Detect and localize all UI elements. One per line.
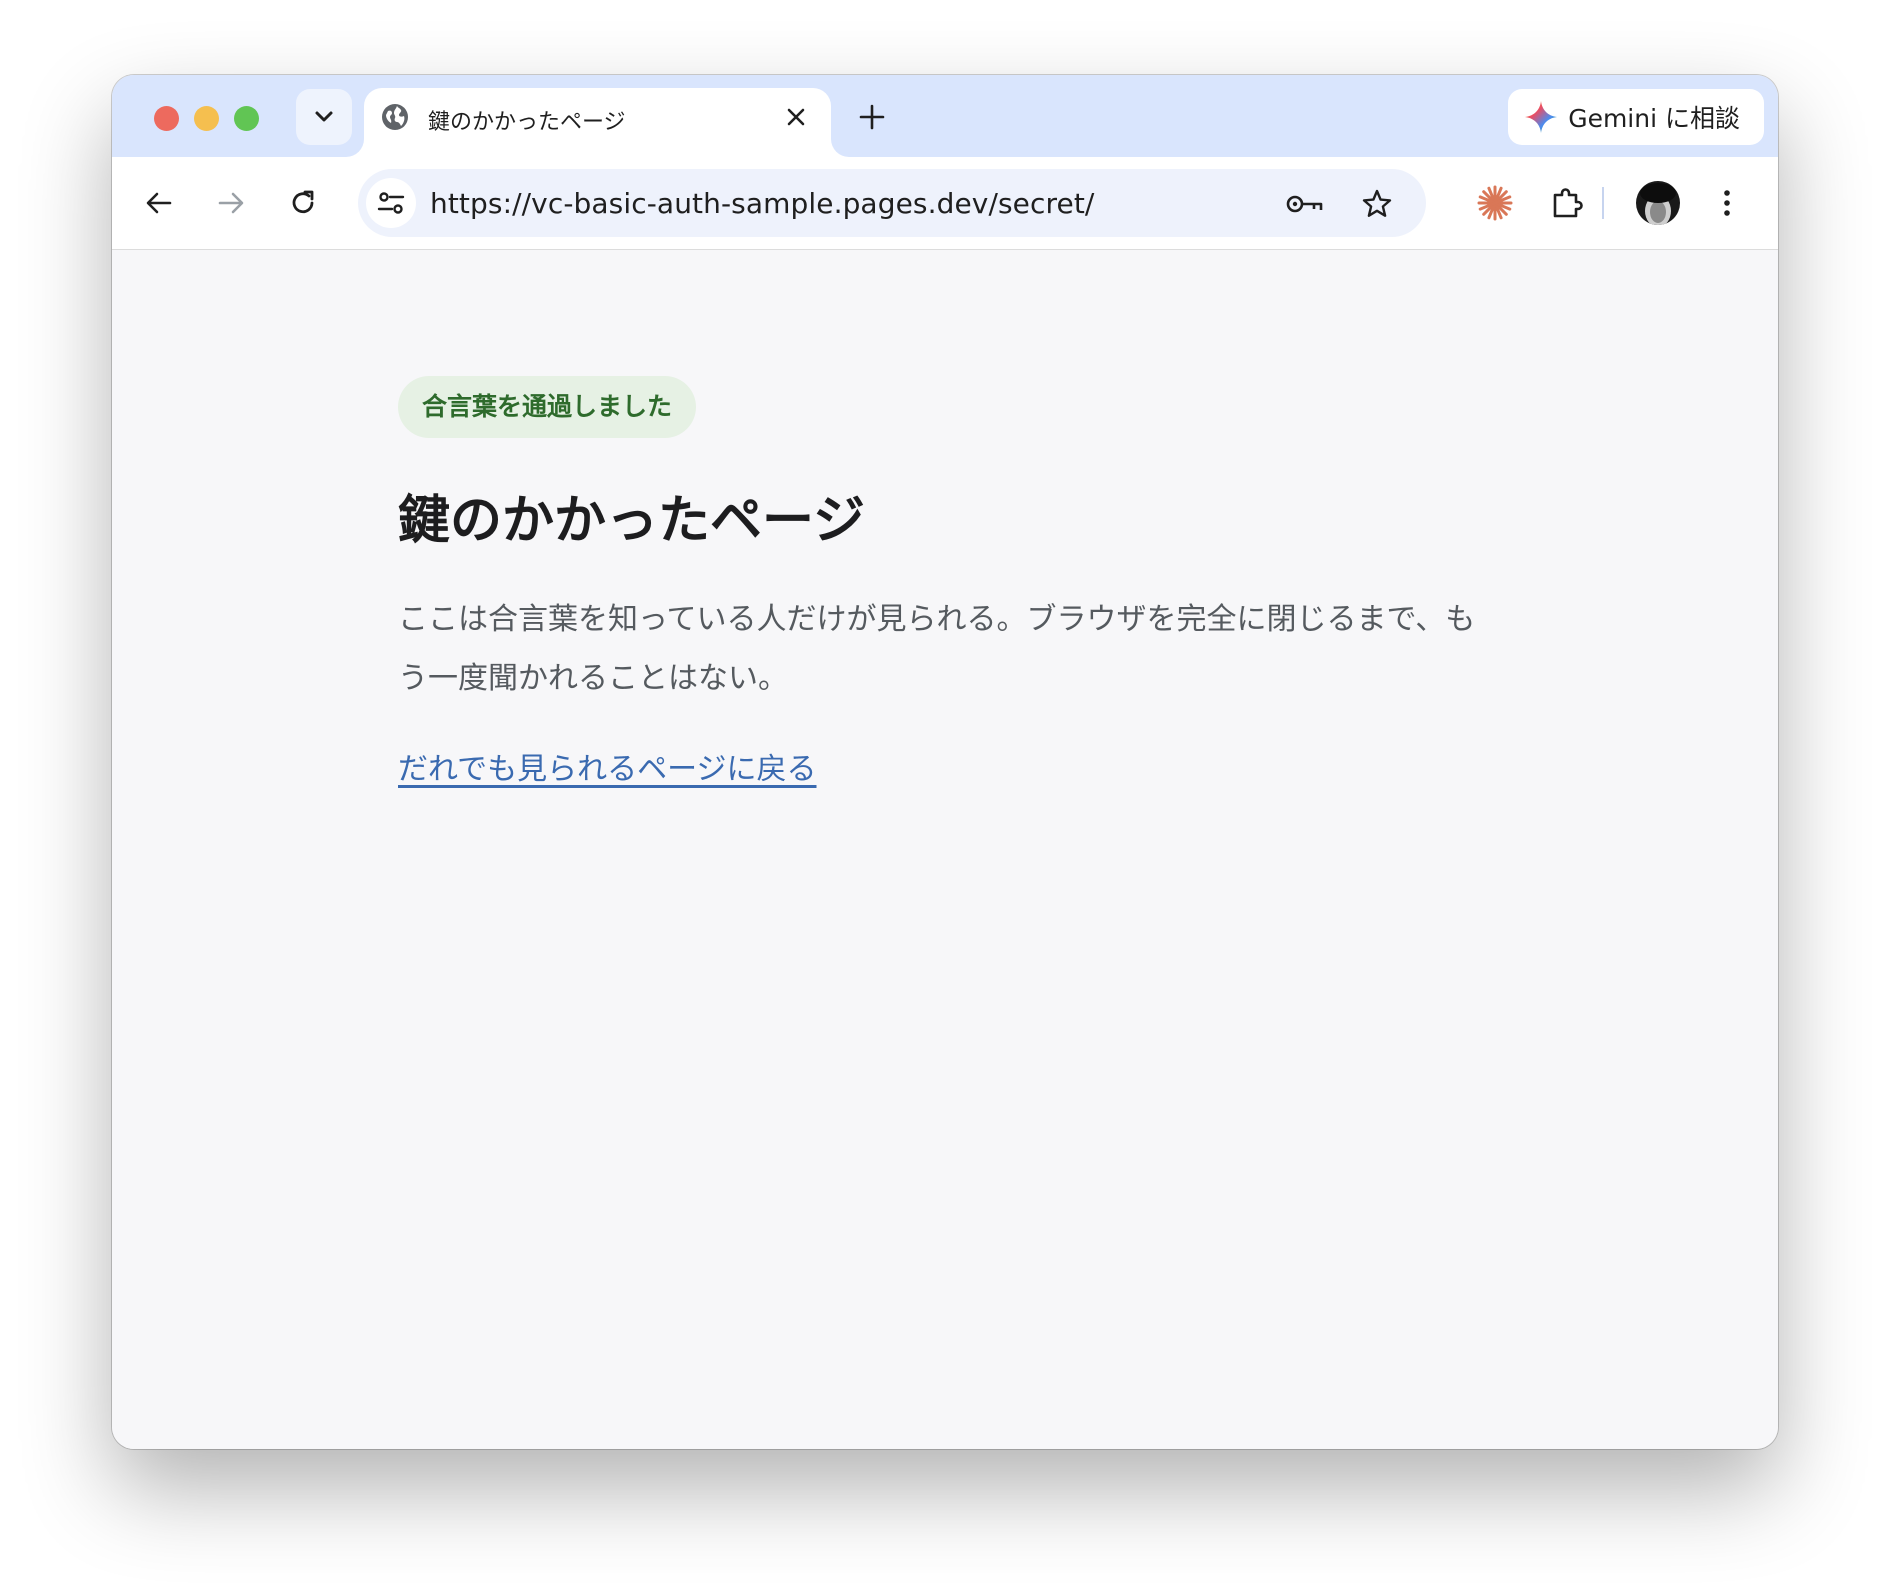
page-content: 合言葉を通過しました 鍵のかかったページ ここは合言葉を知っている人だけが見られ… — [112, 250, 1778, 1449]
close-window-button[interactable] — [154, 106, 179, 131]
reload-icon — [292, 190, 314, 214]
asterisk-icon — [1477, 185, 1513, 221]
new-tab-button[interactable] — [854, 99, 890, 135]
address-bar[interactable]: https://vc-basic-auth-sample.pages.dev/s… — [358, 169, 1426, 237]
toolbar: https://vc-basic-auth-sample.pages.dev/s… — [112, 157, 1778, 250]
close-icon — [787, 108, 805, 126]
tab-title: 鍵のかかったページ — [428, 110, 626, 135]
star-icon — [1362, 189, 1392, 217]
claude-extension-button[interactable] — [1471, 179, 1519, 227]
reload-button[interactable] — [279, 179, 327, 227]
profile-image — [1636, 181, 1680, 225]
fullscreen-window-button[interactable] — [234, 106, 259, 131]
key-icon — [1286, 195, 1323, 213]
url-text[interactable]: https://vc-basic-auth-sample.pages.dev/s… — [430, 187, 1094, 220]
kebab-menu-icon — [1724, 190, 1730, 216]
arrow-right-icon — [218, 192, 244, 214]
tab-strip: 鍵のかかったページ Gemini に相談 — [112, 75, 1778, 157]
bookmark-button[interactable] — [1358, 185, 1396, 223]
forward-button[interactable] — [207, 179, 255, 227]
menu-button[interactable] — [1703, 179, 1751, 227]
toolbar-divider — [1602, 187, 1604, 219]
chevron-down-icon — [315, 111, 333, 122]
gemini-label: Gemini に相談 — [1568, 104, 1740, 133]
password-manager-button[interactable] — [1286, 185, 1324, 223]
site-info-button[interactable] — [366, 178, 416, 228]
avatar[interactable] — [1636, 181, 1680, 225]
puzzle-icon — [1553, 188, 1583, 218]
back-to-public-page-link[interactable]: だれでも見られるページに戻る — [398, 744, 817, 788]
tab-active[interactable]: 鍵のかかったページ — [364, 88, 831, 157]
page-title: 鍵のかかったページ — [398, 491, 865, 551]
back-button[interactable] — [135, 179, 183, 227]
minimize-window-button[interactable] — [194, 106, 219, 131]
extensions-button[interactable] — [1543, 179, 1591, 227]
gemini-button[interactable]: Gemini に相談 — [1508, 89, 1764, 145]
tune-icon — [377, 192, 405, 214]
arrow-left-icon — [146, 192, 172, 214]
tab-close-button[interactable] — [781, 102, 811, 132]
globe-icon — [382, 104, 408, 130]
sparkle-icon — [1525, 101, 1558, 133]
browser-window: 鍵のかかったページ Gemini に相談 https://vc-basic-au… — [112, 75, 1778, 1449]
plus-icon — [859, 104, 885, 130]
body-text: ここは合言葉を知っている人だけが見られる。ブラウザを完全に閉じるまで、もう一度聞… — [398, 602, 1476, 696]
tab-search-button[interactable] — [296, 89, 352, 145]
status-badge: 合言葉を通過しました — [398, 376, 697, 438]
